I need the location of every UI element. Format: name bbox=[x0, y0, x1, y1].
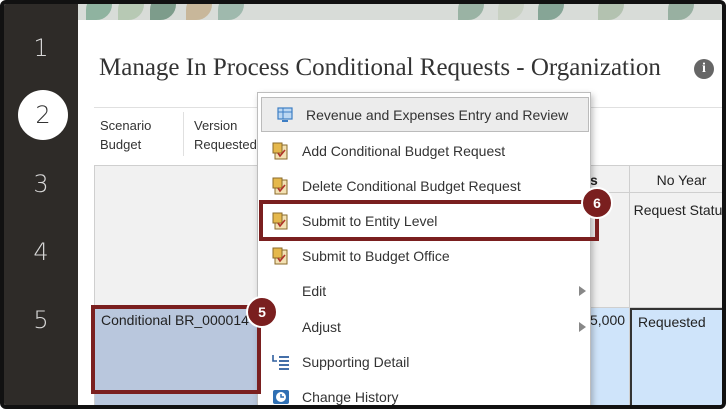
pov-label: Scenario bbox=[100, 118, 152, 133]
corner-header bbox=[94, 165, 258, 308]
highlight-row-header bbox=[91, 305, 261, 394]
highlight-submit-entity-level bbox=[259, 200, 599, 241]
menu-item-adjust[interactable]: Adjust bbox=[258, 309, 590, 344]
menu-item-revenue-expenses[interactable]: Revenue and Expenses Entry and Review bbox=[261, 97, 589, 132]
pov-label: Version bbox=[194, 118, 238, 133]
menu-item-change-history[interactable]: Change History bbox=[258, 379, 590, 405]
menu-item-label: Change History bbox=[302, 388, 399, 405]
context-menu: Revenue and Expenses Entry and Review Ad… bbox=[257, 92, 591, 405]
pov-scenario[interactable]: Scenario Budget bbox=[100, 116, 151, 154]
business-rule-icon bbox=[272, 142, 288, 159]
pov-value: Requested bbox=[194, 137, 257, 152]
menu-item-submit-budget-office[interactable]: Submit to Budget Office bbox=[258, 238, 590, 273]
column-header-no-year: No Year bbox=[630, 165, 722, 193]
step-2-active[interactable]: 2 bbox=[18, 90, 68, 140]
menu-item-label: Edit bbox=[302, 282, 327, 299]
column-subheader-request-status: Request Status bbox=[630, 193, 722, 308]
data-cell-amount[interactable]: 5,000 bbox=[590, 308, 630, 405]
callout-badge-6: 6 bbox=[581, 187, 613, 219]
step-5[interactable]: 5 bbox=[4, 306, 78, 334]
form-grid-icon bbox=[277, 106, 293, 122]
header-banner bbox=[78, 4, 722, 20]
menu-item-label: Adjust bbox=[302, 318, 341, 335]
menu-item-label: Delete Conditional Budget Request bbox=[302, 177, 521, 194]
menu-item-label: Revenue and Expenses Entry and Review bbox=[306, 106, 569, 123]
menu-item-supporting-detail[interactable]: Supporting Detail bbox=[258, 344, 590, 379]
pov-value: Budget bbox=[100, 137, 142, 152]
column-header-partial-text: s bbox=[590, 172, 598, 188]
menu-item-label: Submit to Budget Office bbox=[302, 247, 450, 264]
supporting-detail-icon bbox=[272, 354, 289, 370]
business-rule-icon bbox=[272, 247, 288, 264]
screenshot-frame: 1 2 3 4 5 Manage In Process Conditional … bbox=[0, 0, 726, 409]
menu-item-delete-conditional[interactable]: Delete Conditional Budget Request bbox=[258, 168, 590, 203]
menu-item-label: Add Conditional Budget Request bbox=[302, 142, 506, 159]
pov-version[interactable]: Version Requested bbox=[194, 116, 257, 154]
submenu-arrow-icon bbox=[579, 321, 586, 332]
step-1[interactable]: 1 bbox=[4, 34, 78, 62]
business-rule-icon bbox=[272, 177, 288, 194]
change-history-icon bbox=[273, 389, 289, 404]
menu-item-edit[interactable]: Edit bbox=[258, 273, 590, 308]
step-rail: 1 2 3 4 5 bbox=[4, 4, 78, 405]
page-title: Manage In Process Conditional Requests -… bbox=[99, 54, 661, 81]
info-icon[interactable]: i bbox=[694, 59, 714, 79]
step-4[interactable]: 4 bbox=[4, 238, 78, 266]
data-cell-request-status[interactable]: Requested bbox=[630, 308, 722, 405]
step-3[interactable]: 3 bbox=[4, 170, 78, 198]
callout-badge-5: 5 bbox=[246, 296, 278, 328]
menu-item-add-conditional[interactable]: Add Conditional Budget Request bbox=[258, 133, 590, 168]
submenu-arrow-icon bbox=[579, 285, 586, 296]
menu-item-label: Supporting Detail bbox=[302, 353, 410, 370]
